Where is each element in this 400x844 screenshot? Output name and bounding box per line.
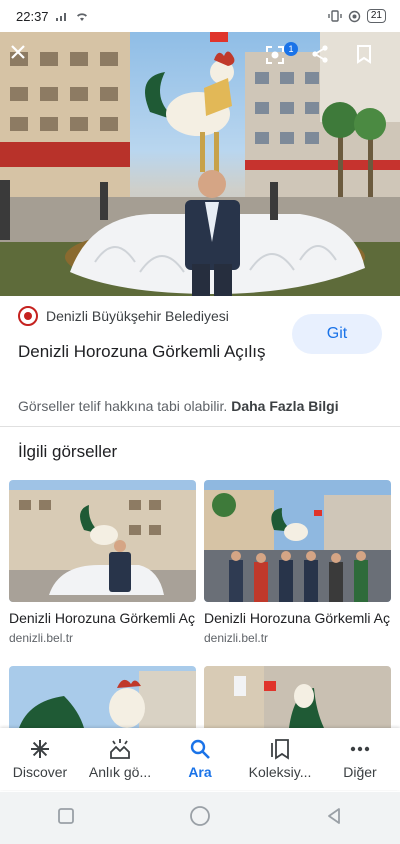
more-dots-icon — [350, 746, 370, 752]
related-card-title: Denizli Horozuna Görkemli Açılış — [9, 610, 196, 626]
related-thumbnail[interactable] — [204, 480, 391, 602]
back-button[interactable] — [325, 807, 343, 830]
source-name: Denizli Büyükşehir Belediyesi — [46, 308, 229, 324]
related-image-3 — [9, 666, 196, 728]
recents-button[interactable] — [57, 807, 75, 830]
back-icon — [328, 807, 340, 824]
nav-updates-label: Anlık gö... — [88, 764, 152, 780]
nav-updates[interactable]: Anlık gö... — [80, 728, 160, 790]
related-card[interactable]: Denizli Horozuna Görkemli Açılış denizli… — [9, 480, 196, 645]
source-row[interactable]: Denizli Büyükşehir Belediyesi — [18, 306, 229, 326]
copyright-notice: Görseller telif hakkına tabi olabilir. D… — [18, 398, 388, 414]
close-icon — [11, 45, 25, 59]
related-thumbnail[interactable] — [9, 480, 196, 602]
copyright-text: Görseller telif hakkına tabi olabilir. — [18, 398, 228, 414]
collections-icon — [271, 739, 289, 760]
result-title[interactable]: Denizli Horozuna Görkemli Açılış — [18, 340, 268, 364]
nav-search[interactable]: Ara — [160, 728, 240, 790]
nav-more-label: Diğer — [343, 764, 377, 780]
close-button[interactable] — [10, 44, 42, 76]
related-card-domain: denizli.bel.tr — [204, 631, 269, 645]
related-image-1 — [9, 480, 196, 602]
divider — [0, 426, 400, 427]
save-button[interactable] — [356, 44, 388, 76]
nav-discover[interactable]: Discover — [0, 728, 80, 790]
bottom-navigation: Discover Anlık gö... Ara Koleksiy... Diğ… — [0, 728, 400, 790]
main-image[interactable]: 1 — [0, 32, 400, 296]
data-saver-icon — [348, 10, 361, 22]
asterisk-icon — [31, 740, 49, 758]
lens-badge: 1 — [284, 42, 298, 56]
updates-icon — [110, 739, 130, 759]
bookmark-icon — [357, 45, 371, 64]
share-icon — [312, 45, 328, 63]
home-button[interactable] — [189, 805, 211, 832]
nav-collections[interactable]: Koleksiy... — [240, 728, 320, 790]
nav-more[interactable]: Diğer — [320, 728, 400, 790]
source-logo-icon — [18, 306, 38, 326]
battery-indicator: 21 — [366, 9, 386, 23]
home-icon — [190, 805, 210, 826]
vibrate-icon — [328, 10, 342, 22]
share-button[interactable] — [310, 44, 342, 76]
related-image-4 — [204, 666, 391, 728]
status-time: 22:37 — [16, 8, 49, 24]
related-card-title: Denizli Horozuna Görkemli Açılış — [204, 610, 391, 626]
visit-button[interactable]: Git — [292, 314, 382, 354]
search-icon — [190, 739, 210, 759]
related-heading: İlgili görseller — [18, 442, 118, 461]
wifi-icon — [76, 13, 87, 21]
status-bar: 22:37 21 — [0, 0, 400, 32]
related-image-2 — [204, 480, 391, 602]
lens-button[interactable]: 1 — [264, 42, 298, 76]
nav-discover-label: Discover — [12, 764, 68, 780]
related-card[interactable]: Denizli Horozuna Görkemli Açılış denizli… — [204, 480, 391, 645]
signal-icon — [55, 13, 66, 21]
more-info-link[interactable]: Daha Fazla Bilgi — [231, 398, 338, 414]
related-card-domain: denizli.bel.tr — [9, 631, 74, 645]
nav-search-label: Ara — [188, 764, 212, 780]
lens-icon — [266, 46, 284, 64]
recents-icon — [58, 807, 74, 824]
system-navigation-bar — [0, 792, 400, 844]
nav-collections-label: Koleksiy... — [248, 764, 312, 780]
